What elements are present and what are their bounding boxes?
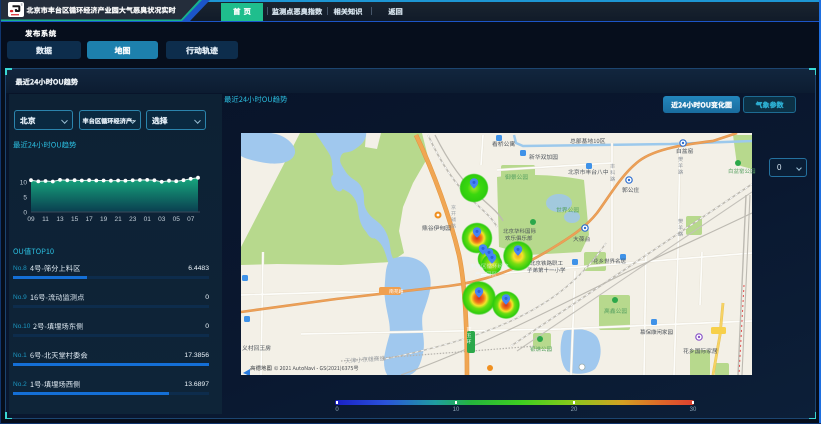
svg-text:19: 19	[100, 216, 108, 223]
svg-text:11: 11	[42, 216, 49, 223]
svg-text:5: 5	[23, 195, 27, 202]
svg-text:15: 15	[71, 216, 79, 223]
svg-text:09: 09	[27, 216, 35, 223]
svg-text:13: 13	[56, 216, 64, 223]
svg-text:01: 01	[144, 216, 152, 223]
svg-text:03: 03	[158, 216, 166, 223]
svg-text:05: 05	[173, 216, 181, 223]
svg-text:21: 21	[114, 216, 122, 223]
svg-text:17: 17	[85, 216, 93, 223]
svg-text:23: 23	[129, 216, 137, 223]
svg-text:10: 10	[20, 180, 28, 187]
svg-text:07: 07	[187, 216, 195, 223]
